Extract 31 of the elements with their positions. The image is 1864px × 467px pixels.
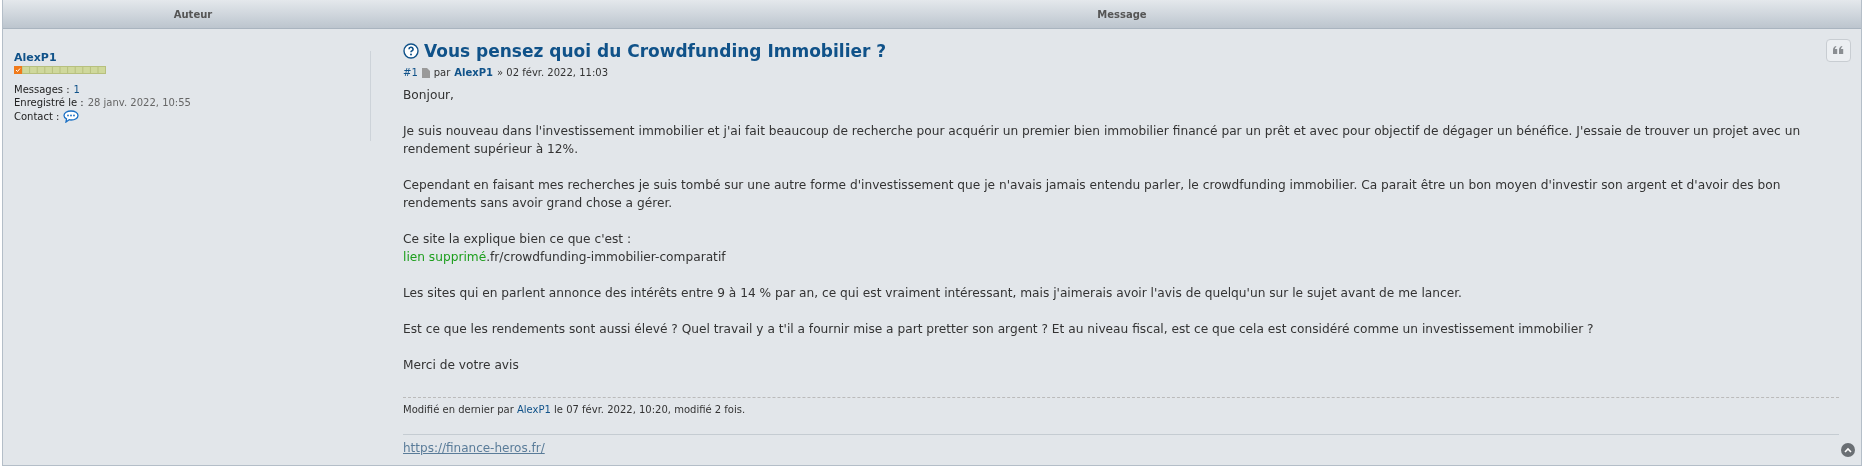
stat-label: Contact : (14, 111, 60, 122)
column-header: Message (1096, 7, 1148, 22)
speech-bubble-icon[interactable] (63, 110, 80, 123)
stat-label: Enregistré le : (14, 97, 84, 108)
post-text: Cependant en faisant mes recherches je suis tombé sur une autre forme d'investissement que je n'avais jamais entendu parler, le crowdfunding immobilier. Ca parait être un bon moyen d'investir son argent et d'avoir des bon rendements sans avoir grand chose a gérer. (403, 178, 1781, 210)
post-text: Bonjour, (403, 88, 454, 102)
stat-label: Messages : (14, 84, 70, 95)
editor-link[interactable]: AlexP1 (516, 404, 551, 415)
post-number-link[interactable]: #1 (403, 67, 418, 78)
chevron-up-icon (1844, 447, 1852, 453)
author-name[interactable]: AlexP1 (14, 51, 370, 64)
post-text: Est ce que les rendements sont aussi élevé ? Quel travail y a t'il a fournir mise a part pretter son argent ? Et au niveau fiscal, est ce que cela est considéré comme un investissement immobilier ? (403, 322, 1594, 336)
stat-value[interactable]: 1 (73, 84, 80, 95)
back-to-top-button[interactable] (1841, 443, 1855, 457)
quote-button[interactable] (1826, 39, 1851, 62)
post-text: Je suis nouveau dans l'investissement immobilier et j'ai fait beaucoup de recherche pour acquérir un premier bien immobilier financé par un prêt et avec pour objectif de dégager un bénéfice. J'essaie de trouver un projet avec un rendement supérieur à 12%. (403, 124, 1801, 156)
post-date: » 02 févr. 2022, 11:03 (497, 67, 608, 78)
post-text: Ce site la explique bien ce que c'est : (403, 232, 632, 246)
post-title[interactable]: Vous pensez quoi du Crowdfunding Immobilier ? (424, 41, 887, 61)
post-text: Les sites qui en parlent annonce des intérêts entre 9 à 14 % par an, ce qui est vraiment intéressant, mais j'aimerais avoir l'avis de quelqu'un sur le sujet avant de me lancer. (403, 286, 1462, 300)
signature-link[interactable]: https://finance-heros.fr/ (403, 441, 545, 455)
byline-text: par (433, 67, 451, 78)
post-text: Merci de votre avis (403, 358, 519, 372)
link-text: .fr/crowdfunding-immobilier-comparatif (486, 250, 726, 264)
quote-icon (1833, 46, 1844, 55)
edit-note: le 07 févr. 2022, 10:20, modifié 2 fois. (554, 404, 746, 415)
stat-value: 28 janv. 2022, 10:55 (87, 97, 191, 108)
author-link[interactable]: AlexP1 (454, 67, 494, 78)
question-icon (403, 43, 419, 59)
edit-note: Modifié en dernier par (403, 404, 514, 415)
column-header: Auteur (172, 7, 214, 22)
